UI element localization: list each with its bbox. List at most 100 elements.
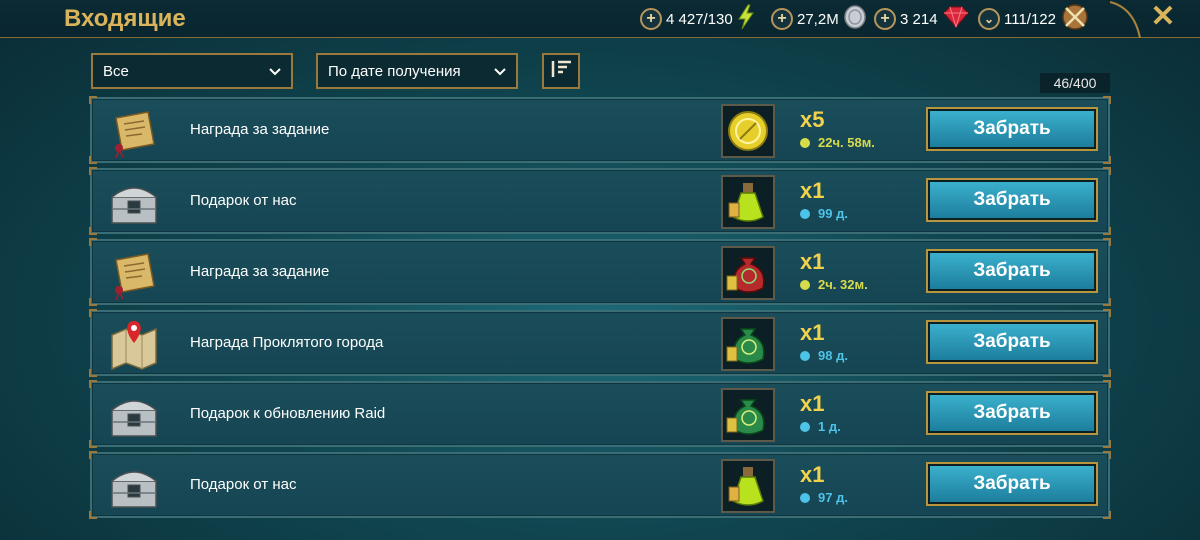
- add-silver-button[interactable]: +: [771, 8, 793, 30]
- claim-button[interactable]: Забрать: [926, 320, 1098, 364]
- sort-value: По дате получения: [328, 62, 461, 80]
- corner-ornament: [89, 440, 97, 448]
- red-bag-icon: [723, 257, 773, 302]
- timer-text: 99 д.: [818, 206, 848, 221]
- claim-button-label: Забрать: [930, 324, 1094, 360]
- corner-ornament: [89, 309, 97, 317]
- clock-icon: [800, 492, 810, 503]
- message-title: Награда за задание: [190, 263, 330, 280]
- reward-item[interactable]: [721, 459, 775, 513]
- chest-icon: [106, 175, 162, 231]
- clock-icon: [800, 137, 810, 148]
- corner-ornament: [89, 227, 97, 235]
- energy-value: 4 427/130: [666, 10, 733, 28]
- sort-order-icon: [550, 59, 572, 84]
- clock-icon: [800, 279, 810, 290]
- sort-order-button[interactable]: [542, 53, 580, 89]
- reward-quantity: x5: [800, 107, 825, 132]
- arena-value: 111/122: [1004, 10, 1056, 28]
- reward-item[interactable]: [721, 104, 775, 158]
- timer-text: 2ч. 32м.: [818, 277, 868, 292]
- ruby-icon: [942, 6, 970, 33]
- gems-resource: + 3 214: [874, 6, 970, 32]
- type-filter-select[interactable]: Все: [91, 53, 293, 89]
- list-item: Награда за задание x5 22ч. 58м. Забрать: [89, 96, 1111, 164]
- corner-ornament: [1103, 309, 1111, 317]
- chevron-down-icon: [494, 63, 506, 80]
- expand-arena-button[interactable]: ⌄: [978, 8, 1000, 30]
- message-title: Награда Проклятого города: [190, 334, 384, 351]
- potion-icon: [723, 467, 773, 515]
- arena-resource: ⌄ 111/122: [978, 3, 1090, 32]
- corner-ornament: [1103, 227, 1111, 235]
- energy-resource: + 4 427/130: [640, 4, 755, 35]
- corner-ornament: [89, 380, 97, 388]
- lightning-icon: [737, 4, 755, 35]
- add-gems-button[interactable]: +: [874, 8, 896, 30]
- reward-quantity: x1: [800, 462, 825, 487]
- timer-text: 98 д.: [818, 348, 848, 363]
- expiry-timer: 97 д.: [800, 490, 848, 505]
- message-title: Подарок от нас: [190, 192, 297, 209]
- silver-coin-icon: [843, 4, 867, 34]
- list-item: Награда за задание x1 2ч. 32м. Забрать: [89, 238, 1111, 306]
- corner-ornament: [1103, 238, 1111, 246]
- timer-text: 22ч. 58м.: [818, 135, 875, 150]
- gems-value: 3 214: [900, 10, 938, 28]
- corner-ornament: [89, 238, 97, 246]
- sort-select[interactable]: По дате получения: [316, 53, 518, 89]
- claim-button[interactable]: Забрать: [926, 178, 1098, 222]
- corner-ornament: [1103, 451, 1111, 459]
- reward-item[interactable]: [721, 246, 775, 300]
- timer-text: 97 д.: [818, 490, 848, 505]
- corner-ornament: [1103, 440, 1111, 448]
- corner-ornament: [1103, 167, 1111, 175]
- corner-ornament: [89, 156, 97, 164]
- crossed-swords-icon: [1060, 3, 1090, 36]
- scroll-icon: [106, 104, 162, 160]
- corner-ornament: [1103, 156, 1111, 164]
- reward-item[interactable]: [721, 388, 775, 442]
- expiry-timer: 22ч. 58м.: [800, 135, 875, 150]
- corner-ornament: [1103, 511, 1111, 519]
- list-item: Подарок от нас x1 97 д. Забрать: [89, 451, 1111, 519]
- claim-button[interactable]: Забрать: [926, 391, 1098, 435]
- corner-ornament: [89, 167, 97, 175]
- clock-icon: [800, 421, 810, 432]
- top-bar: Входящие + 4 427/130 + 27,2M + 3 214 ⌄ 1…: [0, 0, 1200, 39]
- list-item: Подарок к обновлению Raid x1 1 д. Забрат…: [89, 380, 1111, 448]
- reward-quantity: x1: [800, 249, 825, 274]
- gold-coin-icon: [723, 111, 773, 160]
- corner-ornament: [89, 369, 97, 377]
- message-title: Подарок к обновлению Raid: [190, 405, 386, 422]
- potion-icon: [723, 183, 773, 231]
- claim-button-label: Забрать: [930, 182, 1094, 218]
- claim-button-label: Забрать: [930, 395, 1094, 431]
- close-icon[interactable]: ✕: [1148, 2, 1178, 32]
- message-title: Подарок от нас: [190, 476, 297, 493]
- message-title: Награда за задание: [190, 121, 330, 138]
- corner-ornament: [1103, 369, 1111, 377]
- list-item: Подарок от нас x1 99 д. Забрать: [89, 167, 1111, 235]
- claim-button[interactable]: Забрать: [926, 249, 1098, 293]
- scroll-icon: [106, 246, 162, 302]
- claim-button-label: Забрать: [930, 253, 1094, 289]
- reward-quantity: x1: [800, 178, 825, 203]
- timer-text: 1 д.: [818, 419, 841, 434]
- reward-item[interactable]: [721, 175, 775, 229]
- claim-button[interactable]: Забрать: [926, 462, 1098, 506]
- expiry-timer: 98 д.: [800, 348, 848, 363]
- expiry-timer: 99 д.: [800, 206, 848, 221]
- corner-ornament: [1103, 380, 1111, 388]
- chest-icon: [106, 459, 162, 515]
- corner-ornament: [1108, 0, 1142, 39]
- corner-ornament: [89, 96, 97, 104]
- reward-item[interactable]: [721, 317, 775, 371]
- clock-icon: [800, 350, 810, 361]
- clock-icon: [800, 208, 810, 219]
- green-bag-icon: [723, 399, 773, 444]
- corner-ornament: [89, 511, 97, 519]
- claim-button-label: Забрать: [930, 111, 1094, 147]
- add-energy-button[interactable]: +: [640, 8, 662, 30]
- claim-button[interactable]: Забрать: [926, 107, 1098, 151]
